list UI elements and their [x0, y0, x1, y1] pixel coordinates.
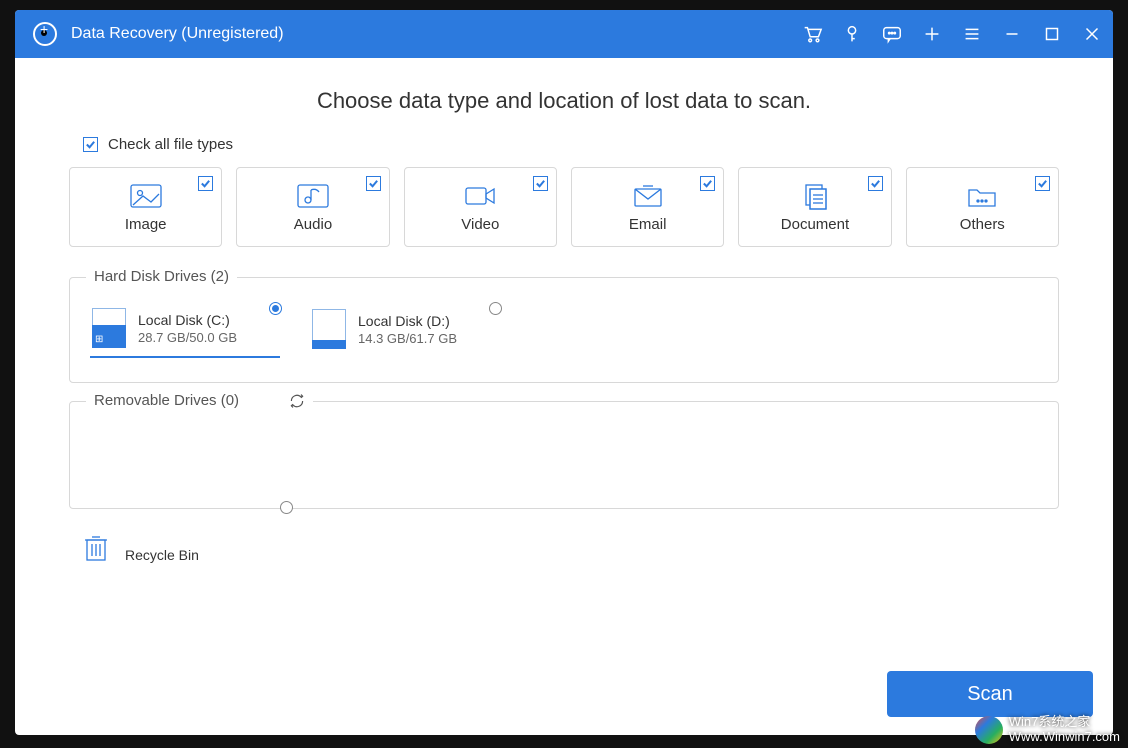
removable-section-label: Removable Drives (0) [86, 392, 313, 409]
watermark-line2: Www.Winwin7.com [1009, 730, 1120, 744]
audio-icon [296, 182, 330, 210]
type-checkbox-video[interactable] [533, 176, 548, 191]
drive-size: 28.7 GB/50.0 GB [138, 330, 237, 345]
drive-name: Local Disk (D:) [358, 313, 457, 329]
check-all-checkbox[interactable] [83, 137, 98, 152]
type-checkbox-others[interactable] [1035, 176, 1050, 191]
trash-icon [83, 533, 109, 563]
type-checkbox-document[interactable] [868, 176, 883, 191]
watermark-line1: Win7系统之家 [1009, 715, 1120, 729]
watermark: Win7系统之家 Www.Winwin7.com [967, 711, 1128, 748]
removable-section: Removable Drives (0) [69, 401, 1059, 509]
recycle-label: Recycle Bin [125, 533, 199, 563]
folder-icon [965, 182, 999, 210]
watermark-logo-icon [975, 716, 1003, 744]
app-window: Data Recovery (Unregistered) [15, 10, 1113, 735]
app-logo-icon [33, 22, 57, 46]
titlebar: Data Recovery (Unregistered) [15, 10, 1113, 58]
titlebar-left: Data Recovery (Unregistered) [33, 22, 284, 46]
video-icon [463, 182, 497, 210]
recycle-bin-item[interactable]: Recycle Bin [69, 533, 279, 563]
type-card-image[interactable]: Image [69, 167, 222, 247]
drive-size: 14.3 GB/61.7 GB [358, 331, 457, 346]
type-checkbox-email[interactable] [700, 176, 715, 191]
titlebar-right [801, 23, 1103, 45]
content-area: Choose data type and location of lost da… [15, 58, 1113, 735]
hdd-drive-row: ⊞ Local Disk (C:) 28.7 GB/50.0 GB Local … [90, 298, 1038, 358]
document-icon [798, 182, 832, 210]
minimize-button[interactable] [1001, 23, 1023, 45]
disk-icon: ⊞ [92, 308, 126, 348]
hdd-section-label: Hard Disk Drives (2) [86, 268, 237, 285]
cart-icon[interactable] [801, 23, 823, 45]
email-icon [631, 182, 665, 210]
image-icon [129, 182, 163, 210]
check-all-label: Check all file types [108, 136, 233, 153]
plus-icon[interactable] [921, 23, 943, 45]
type-label: Email [629, 216, 667, 233]
drive-item-d[interactable]: Local Disk (D:) 14.3 GB/61.7 GB [310, 304, 500, 358]
type-label: Audio [294, 216, 332, 233]
recycle-radio[interactable] [280, 501, 293, 514]
key-icon[interactable] [841, 23, 863, 45]
type-checkbox-audio[interactable] [366, 176, 381, 191]
window-title: Data Recovery (Unregistered) [71, 25, 284, 43]
close-button[interactable] [1081, 23, 1103, 45]
windows-logo-icon: ⊞ [95, 334, 103, 345]
type-card-video[interactable]: Video [404, 167, 557, 247]
type-card-audio[interactable]: Audio [236, 167, 389, 247]
menu-icon[interactable] [961, 23, 983, 45]
type-label: Image [125, 216, 167, 233]
type-card-others[interactable]: Others [906, 167, 1059, 247]
type-card-email[interactable]: Email [571, 167, 724, 247]
disk-icon [312, 309, 346, 349]
refresh-icon[interactable] [289, 393, 305, 409]
drive-name: Local Disk (C:) [138, 312, 237, 328]
type-label: Document [781, 216, 849, 233]
feedback-icon[interactable] [881, 23, 903, 45]
file-type-grid: Image Audio Video [69, 167, 1059, 247]
maximize-button[interactable] [1041, 23, 1063, 45]
drive-item-c[interactable]: ⊞ Local Disk (C:) 28.7 GB/50.0 GB [90, 304, 280, 358]
scan-button[interactable]: Scan [887, 671, 1093, 717]
hdd-section: Hard Disk Drives (2) ⊞ Local Disk (C:) 2… [69, 277, 1059, 383]
drive-radio-c[interactable] [269, 302, 282, 315]
page-headline: Choose data type and location of lost da… [69, 88, 1059, 114]
drive-radio-d[interactable] [489, 302, 502, 315]
type-card-document[interactable]: Document [738, 167, 891, 247]
type-label: Video [461, 216, 499, 233]
type-checkbox-image[interactable] [198, 176, 213, 191]
type-label: Others [960, 216, 1005, 233]
removable-label-text: Removable Drives (0) [94, 392, 239, 409]
hdd-label-text: Hard Disk Drives (2) [94, 268, 229, 285]
check-all-row[interactable]: Check all file types [69, 136, 1059, 153]
